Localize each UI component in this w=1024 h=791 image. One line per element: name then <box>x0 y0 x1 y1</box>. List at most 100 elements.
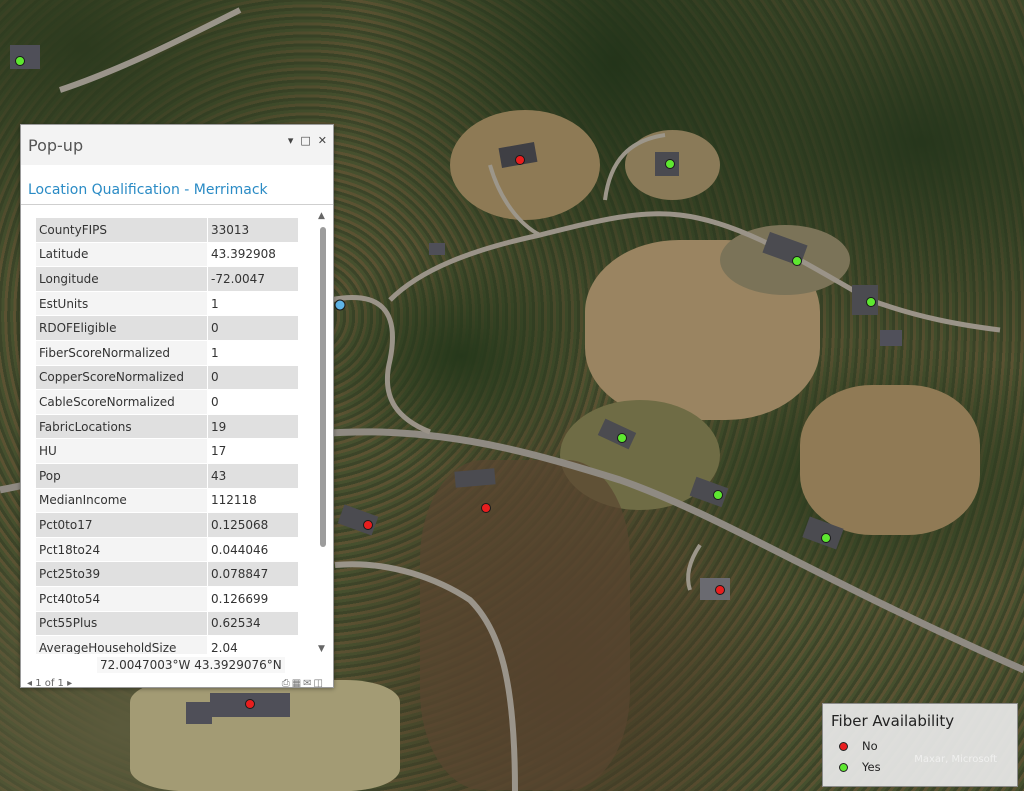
table-row: RDOFEligible 0 <box>36 315 298 341</box>
fiber-yes-marker[interactable] <box>15 56 25 66</box>
red-dot-icon <box>839 741 848 751</box>
table-row: Pct0to17 0.125068 <box>36 512 298 538</box>
field-name: CableScoreNormalized <box>36 389 208 415</box>
table-row: Pop 43 <box>36 463 298 489</box>
table-row: FiberScoreNormalized 1 <box>36 340 298 366</box>
fiber-yes-marker[interactable] <box>617 433 627 443</box>
table-row: AverageHouseholdSize 2.04 <box>36 635 298 654</box>
table-row: FabricLocations 19 <box>36 414 298 440</box>
field-value: 0 <box>207 365 298 391</box>
building <box>880 330 902 346</box>
driveway <box>686 543 702 591</box>
popup-window: Pop-up ▾ □ ✕ Location Qualification - Me… <box>20 124 334 689</box>
fiber-no-marker[interactable] <box>363 520 373 530</box>
field-value: 2.04 <box>207 635 298 654</box>
popup-titlebar[interactable]: Pop-up ▾ □ ✕ <box>21 125 333 165</box>
table-row: Pct40to54 0.126699 <box>36 586 298 612</box>
field-value: -72.0047 <box>207 266 298 292</box>
table-row: MedianIncome 112118 <box>36 488 298 514</box>
fiber-yes-marker[interactable] <box>665 159 675 169</box>
road-south <box>334 561 518 791</box>
coordinate-readout: 72.0047003°W 43.3929076°N <box>97 657 285 673</box>
attribute-table-container[interactable]: CountyFIPS 33013 Latitude 43.392908 Longitud… <box>36 218 298 654</box>
popup-window-controls: ▾ □ ✕ <box>288 134 327 147</box>
table-row: Pct25to39 0.078847 <box>36 561 298 587</box>
field-name: Pct40to54 <box>36 586 208 612</box>
popup-title: Pop-up <box>28 136 84 155</box>
field-value: 112118 <box>207 488 298 514</box>
legend-item-no: No <box>839 739 878 753</box>
field-value: 0.044046 <box>207 537 298 563</box>
field-value: 43 <box>207 463 298 489</box>
table-row: Pct18to24 0.044046 <box>36 537 298 563</box>
building <box>10 45 40 69</box>
field-value: 0 <box>207 315 298 341</box>
table-row: Latitude 43.392908 <box>36 242 298 268</box>
building <box>186 702 212 724</box>
field-value: 17 <box>207 438 298 464</box>
side-road <box>329 295 431 435</box>
field-value: 43.392908 <box>207 242 298 268</box>
map-attribution: Maxar, Microsoft <box>914 754 997 765</box>
field-value: 0 <box>207 389 298 415</box>
table-row: CountyFIPS 33013 <box>36 218 298 243</box>
table-row: Pct55Plus 0.62534 <box>36 611 298 637</box>
field-value: 0.62534 <box>207 611 298 637</box>
field-name: Pct18to24 <box>36 537 208 563</box>
maximize-icon[interactable]: □ <box>300 134 310 147</box>
table-row: EstUnits 1 <box>36 291 298 317</box>
fiber-yes-marker[interactable] <box>713 490 723 500</box>
green-dot-icon <box>839 762 848 772</box>
fiber-no-marker[interactable] <box>715 585 725 595</box>
field-name: FiberScoreNormalized <box>36 340 208 366</box>
table-row: CableScoreNormalized 0 <box>36 389 298 415</box>
field-name: CountyFIPS <box>36 218 208 243</box>
field-name: EstUnits <box>36 291 208 317</box>
field-value: 1 <box>207 291 298 317</box>
pager-label: 1 of 1 <box>35 678 64 689</box>
fiber-no-marker[interactable] <box>245 699 255 709</box>
field-name: Latitude <box>36 242 208 268</box>
field-value: 0.078847 <box>207 561 298 587</box>
legend-label-yes: Yes <box>862 760 881 774</box>
field-name: AverageHouseholdSize <box>36 635 208 654</box>
scroll-thumb[interactable] <box>320 227 326 547</box>
driveway <box>488 164 541 237</box>
fiber-yes-marker[interactable] <box>821 533 831 543</box>
table-row: Longitude -72.0047 <box>36 266 298 292</box>
fiber-yes-marker[interactable] <box>866 297 876 307</box>
legend: Fiber Availability No Yes Maxar, Microso… <box>822 703 1018 787</box>
field-name: FabricLocations <box>36 414 208 440</box>
popup-scrollbar[interactable]: ▲ ▼ <box>317 211 329 654</box>
field-value: 1 <box>207 340 298 366</box>
legend-item-yes: Yes <box>839 760 881 774</box>
fiber-yes-marker[interactable] <box>792 256 802 266</box>
field-name: RDOFEligible <box>36 315 208 341</box>
field-name: Pct55Plus <box>36 611 208 637</box>
fiber-no-marker[interactable] <box>515 155 525 165</box>
field-name: Pop <box>36 463 208 489</box>
field-name: CopperScoreNormalized <box>36 365 208 391</box>
popup-layer-title[interactable]: Location Qualification - Merrimack <box>28 182 268 198</box>
scroll-down-icon[interactable]: ▼ <box>318 644 325 654</box>
field-name: HU <box>36 438 208 464</box>
fiber-no-marker[interactable] <box>481 503 491 513</box>
attribute-table: CountyFIPS 33013 Latitude 43.392908 Longitud… <box>36 218 298 654</box>
menu-dropdown-icon[interactable]: ▾ <box>288 134 294 147</box>
selected-location-marker[interactable] <box>334 299 346 311</box>
divider <box>21 204 333 205</box>
close-icon[interactable]: ✕ <box>318 134 327 147</box>
side-road <box>388 211 1001 333</box>
popup-footer-icons[interactable]: ⎙▦✉◫ <box>282 678 325 689</box>
road-top <box>59 7 242 93</box>
building <box>337 504 379 536</box>
field-value: 33013 <box>207 218 298 243</box>
table-row: HU 17 <box>36 438 298 464</box>
scroll-up-icon[interactable]: ▲ <box>318 211 325 221</box>
field-value: 19 <box>207 414 298 440</box>
field-name: MedianIncome <box>36 488 208 514</box>
table-row: CopperScoreNormalized 0 <box>36 365 298 391</box>
building <box>429 243 445 255</box>
field-name: Pct0to17 <box>36 512 208 538</box>
popup-pager[interactable]: ◂ 1 of 1 ▸ <box>27 678 72 689</box>
